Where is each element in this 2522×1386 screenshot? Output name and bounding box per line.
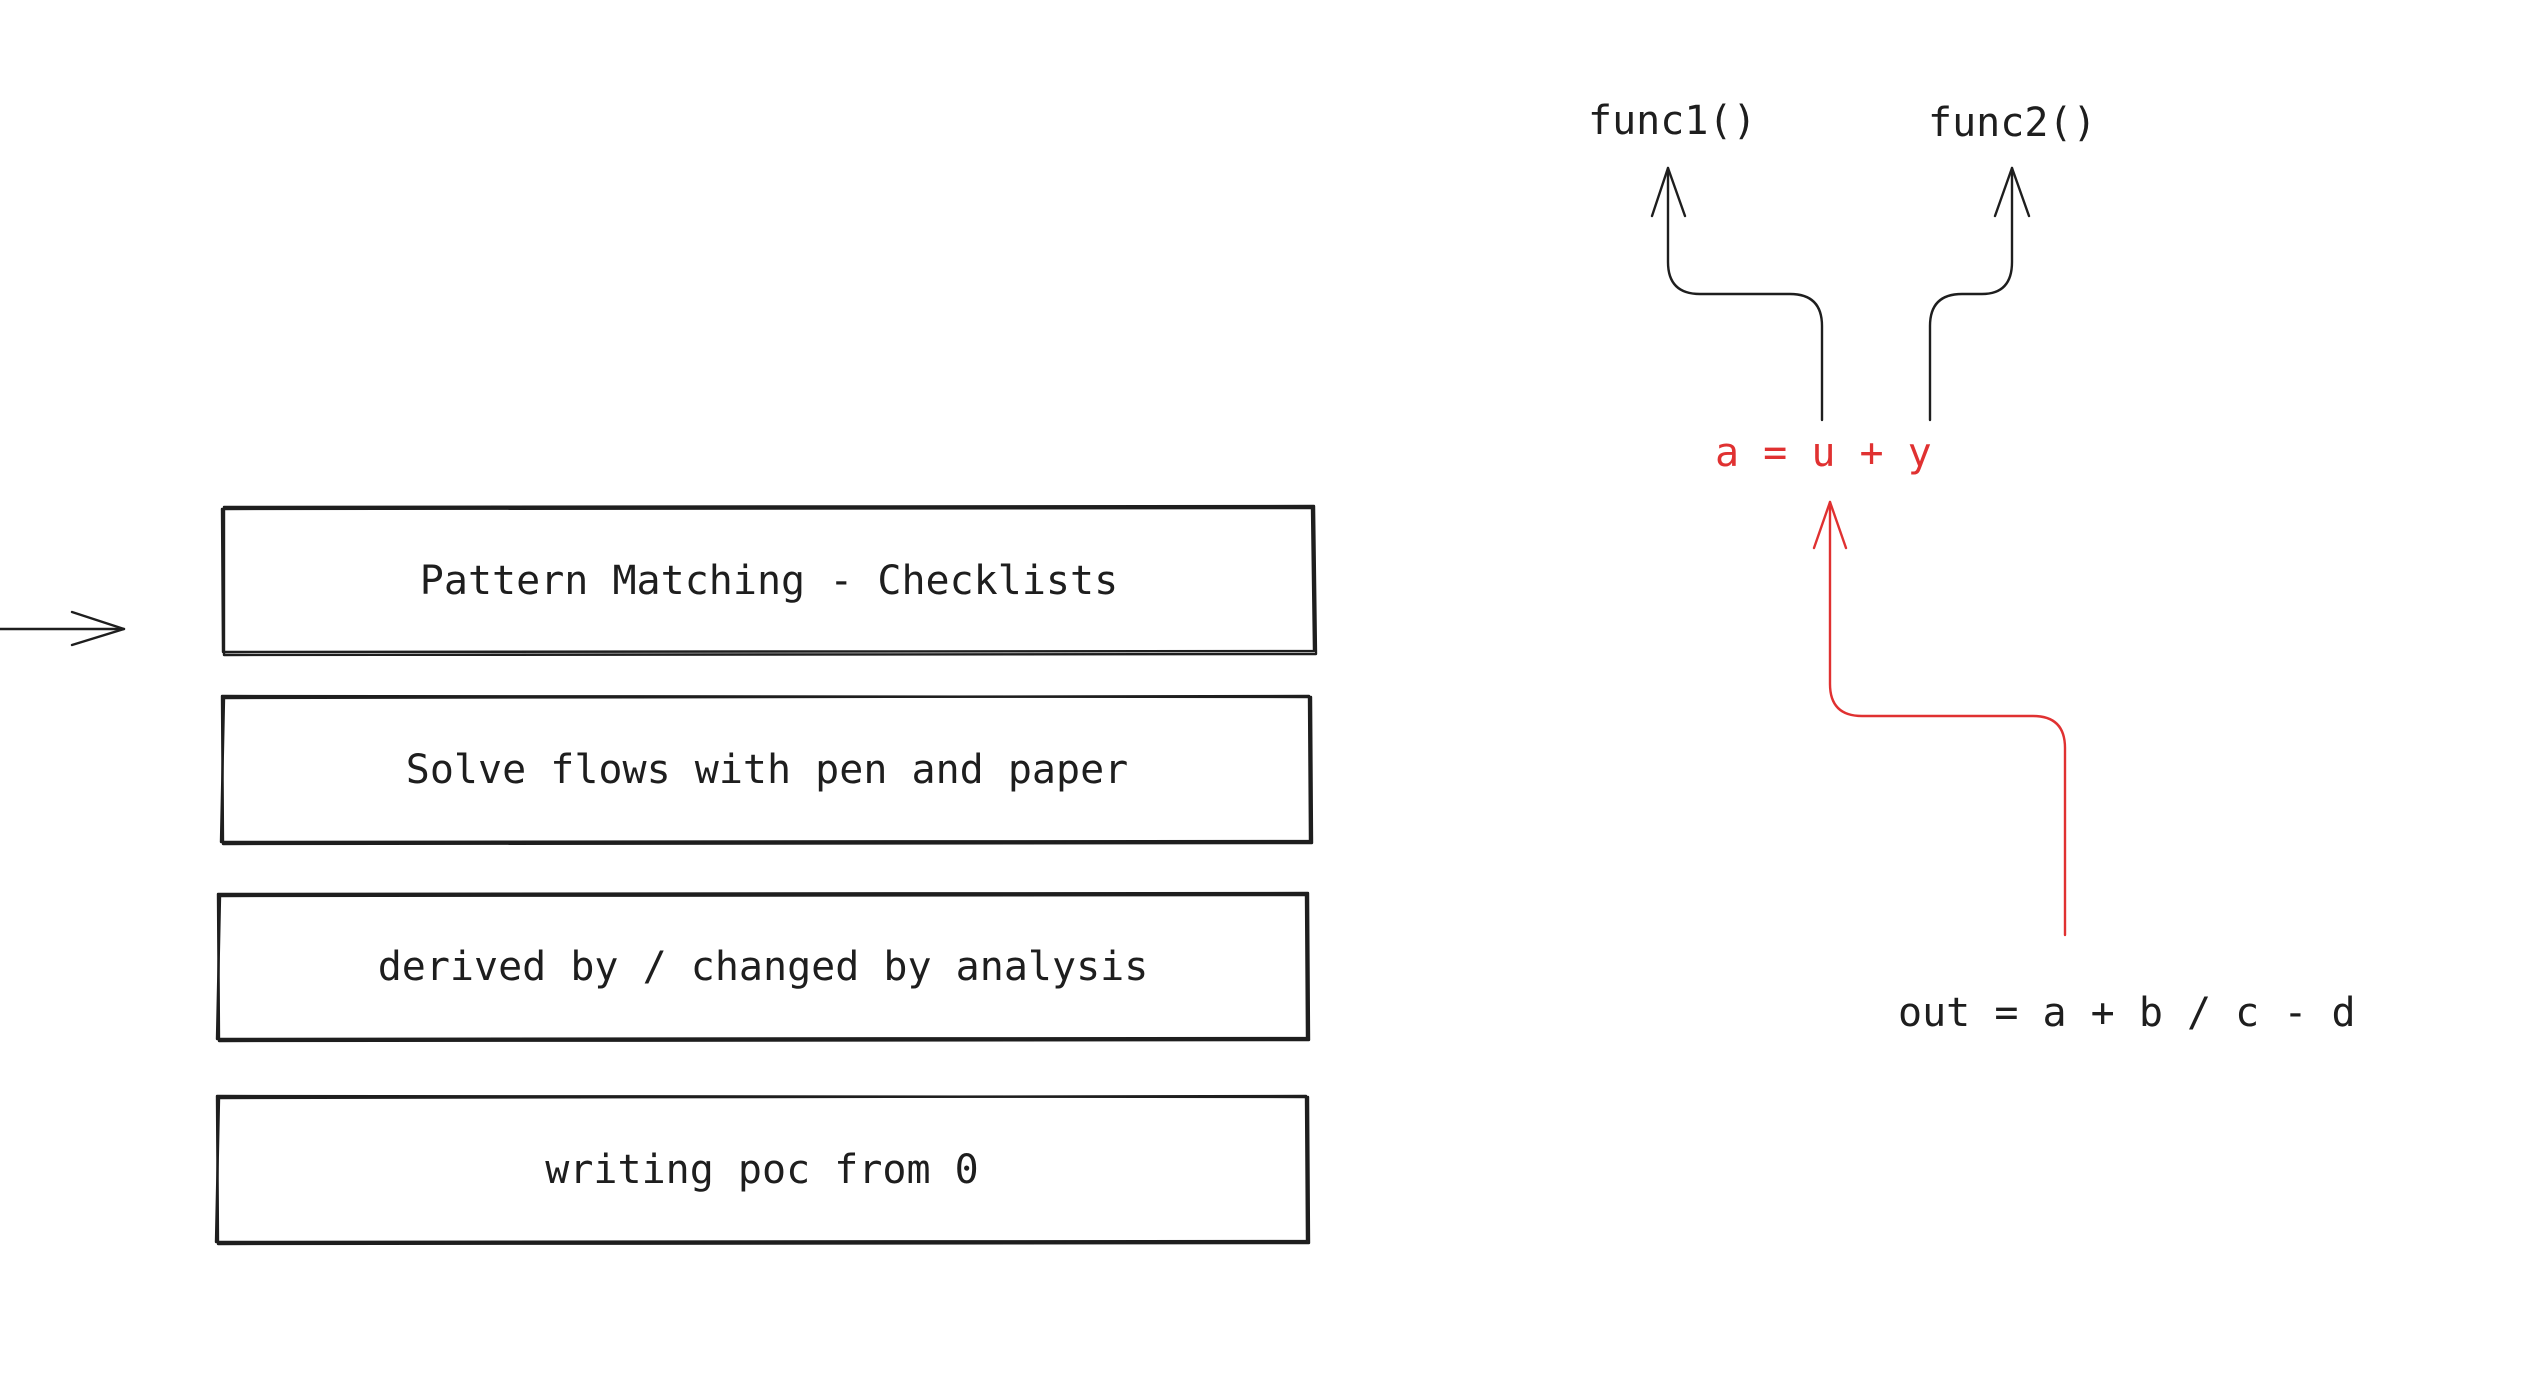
box-derived-by: derived by / changed by analysis: [218, 894, 1308, 1040]
box-pattern-matching: Pattern Matching - Checklists: [224, 507, 1314, 655]
assignment-label: a = u + y: [1715, 430, 1932, 476]
box-solve-flows: Solve flows with pen and paper: [222, 697, 1312, 843]
func1-label: func1(): [1588, 98, 1757, 144]
arrow-expression-to-assignment: [1812, 500, 2067, 937]
expression-label: out = a + b / c - d: [1898, 990, 2356, 1036]
func2-label: func2(): [1928, 100, 2097, 146]
arrow-to-func1: [1650, 166, 1824, 422]
arrow-to-func2: [1928, 166, 2031, 422]
box-solve-flows-label: Solve flows with pen and paper: [405, 747, 1129, 793]
box-writing-poc: writing poc from 0: [217, 1097, 1307, 1243]
entry-arrow: [0, 610, 126, 647]
box-writing-poc-label: writing poc from 0: [545, 1147, 979, 1193]
box-pattern-matching-label: Pattern Matching - Checklists: [419, 558, 1119, 604]
box-derived-by-label: derived by / changed by analysis: [377, 944, 1149, 990]
